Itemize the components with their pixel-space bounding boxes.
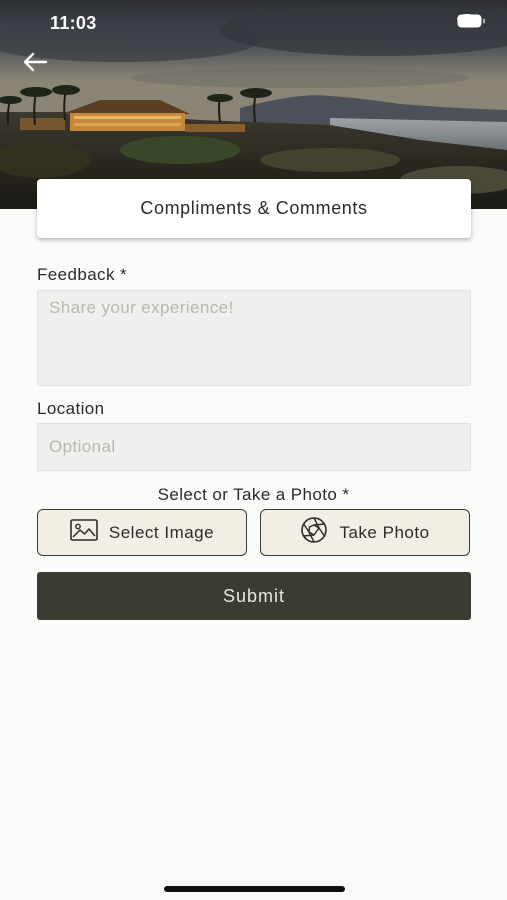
image-icon <box>70 519 98 546</box>
submit-label: Submit <box>222 585 286 606</box>
app-screen: 11:03 Compliments & Comments Feedback * … <box>0 0 507 900</box>
feedback-input[interactable] <box>37 290 471 386</box>
hero-image: 11:03 <box>0 0 507 209</box>
page-title-card: Compliments & Comments <box>37 179 471 238</box>
feedback-label: Feedback * <box>37 265 127 284</box>
select-image-label: Select Image <box>108 522 215 542</box>
status-bar: 11:03 <box>0 0 507 48</box>
take-photo-label: Take Photo <box>339 522 430 542</box>
back-button[interactable] <box>22 52 56 80</box>
select-image-button[interactable]: Select Image <box>37 509 247 556</box>
submit-button[interactable]: Submit <box>37 572 471 620</box>
location-input[interactable] <box>37 423 471 471</box>
location-label: Location <box>37 399 105 418</box>
take-photo-button[interactable]: Take Photo <box>260 509 470 556</box>
camera-aperture-icon <box>300 516 328 549</box>
photo-label: Select or Take a Photo * <box>157 485 350 504</box>
page-title: Compliments & Comments <box>140 198 368 218</box>
home-indicator[interactable] <box>164 886 345 892</box>
status-time: 11:03 <box>50 13 97 33</box>
